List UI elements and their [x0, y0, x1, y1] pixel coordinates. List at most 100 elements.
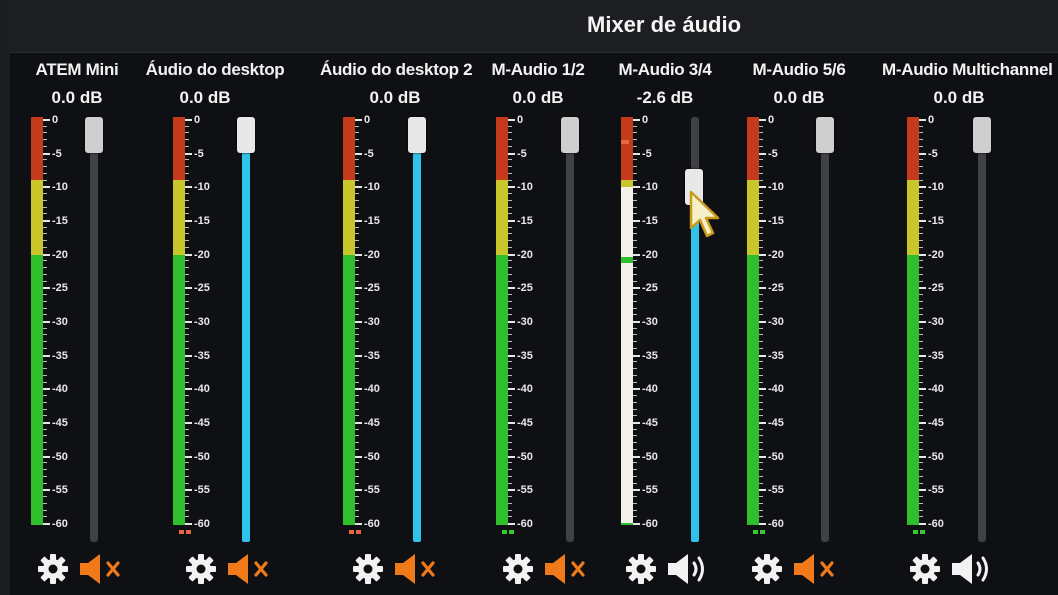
scale-minor-tick	[185, 449, 189, 450]
volume-slider[interactable]	[85, 117, 103, 542]
gear-icon[interactable]	[184, 552, 218, 591]
scale-minor-tick	[759, 469, 763, 470]
scale-minor-tick	[633, 281, 637, 282]
volume-slider-handle[interactable]	[973, 117, 991, 153]
scale-minor-tick	[633, 469, 637, 470]
scale-minor-tick	[355, 146, 359, 147]
scale-minor-tick	[919, 483, 923, 484]
gear-icon[interactable]	[750, 552, 784, 591]
volume-slider[interactable]	[237, 117, 255, 542]
speaker-muted-icon[interactable]	[393, 552, 445, 591]
scale-minor-tick	[919, 462, 923, 463]
scale-minor-tick	[919, 166, 923, 167]
scale-minor-tick	[633, 240, 637, 241]
scale-minor-tick	[919, 510, 923, 511]
volume-slider-handle[interactable]	[85, 117, 103, 153]
scale-minor-tick	[185, 462, 189, 463]
scale-label: -30	[768, 316, 784, 328]
speaker-muted-icon[interactable]	[78, 552, 130, 591]
scale-minor-tick	[508, 361, 512, 362]
volume-slider-handle[interactable]	[561, 117, 579, 153]
scale-minor-tick	[185, 308, 189, 309]
scale-minor-tick	[633, 442, 637, 443]
scale-minor-tick	[633, 415, 637, 416]
scale-minor-tick	[633, 308, 637, 309]
speaker-volume-icon[interactable]	[950, 552, 1002, 591]
scale-minor-tick	[508, 308, 512, 309]
scale-label: -15	[642, 215, 658, 227]
volume-slider-handle[interactable]	[408, 117, 426, 153]
volume-slider-handle[interactable]	[237, 117, 255, 153]
scale-minor-tick	[508, 281, 512, 282]
scale-label: -25	[194, 282, 210, 294]
speaker-volume-icon[interactable]	[666, 552, 718, 591]
channel-name: M-Audio Multichannel	[882, 60, 1053, 79]
scale-minor-tick	[43, 415, 47, 416]
scale-minor-tick	[43, 314, 47, 315]
scale-minor-tick	[185, 375, 189, 376]
scale-label: -60	[642, 518, 658, 530]
scale-label: -25	[768, 282, 784, 294]
gear-icon[interactable]	[36, 552, 70, 591]
gear-icon[interactable]	[624, 552, 658, 591]
scale-minor-tick	[759, 429, 763, 430]
gear-icon[interactable]	[501, 552, 535, 591]
scale-minor-tick	[919, 442, 923, 443]
volume-slider-handle[interactable]	[816, 117, 834, 153]
channel-audio-desktop: Áudio do desktop 0.0 dB 0 -5 -10 -15 -20 -25 -…	[146, 52, 300, 595]
scale-minor-tick	[633, 173, 637, 174]
scale-minor-tick	[508, 476, 512, 477]
volume-slider[interactable]	[408, 117, 426, 542]
speaker-muted-icon[interactable]	[226, 552, 278, 591]
scale-minor-tick	[633, 368, 637, 369]
scale-minor-tick	[185, 180, 189, 181]
scale-minor-tick	[355, 375, 359, 376]
scale-label: -40	[194, 383, 210, 395]
speaker-muted-icon[interactable]	[792, 552, 844, 591]
scale-label: -50	[517, 451, 533, 463]
scale-minor-tick	[633, 159, 637, 160]
scale-major-tick	[185, 254, 192, 256]
scale-major-tick	[355, 186, 362, 188]
scale-minor-tick	[919, 207, 923, 208]
scale-label: -55	[364, 484, 380, 496]
scale-minor-tick	[355, 166, 359, 167]
scale-major-tick	[633, 153, 640, 155]
level-meter	[496, 117, 508, 525]
scale-minor-tick	[355, 314, 359, 315]
volume-slider[interactable]	[561, 117, 579, 542]
scale-minor-tick	[759, 213, 763, 214]
scale-minor-tick	[633, 429, 637, 430]
scale-minor-tick	[355, 368, 359, 369]
speaker-muted-icon[interactable]	[543, 552, 595, 591]
scale-minor-tick	[355, 294, 359, 295]
scale-minor-tick	[508, 166, 512, 167]
scale-minor-tick	[43, 260, 47, 261]
volume-slider[interactable]	[816, 117, 834, 542]
scale-label: -55	[517, 484, 533, 496]
scale-minor-tick	[508, 510, 512, 511]
mouse-pointer-icon	[689, 190, 723, 245]
scale-minor-tick	[759, 368, 763, 369]
scale-major-tick	[919, 422, 926, 424]
scale-minor-tick	[43, 281, 47, 282]
scale-minor-tick	[43, 449, 47, 450]
scale-major-tick	[759, 287, 766, 289]
scale-label: -5	[642, 148, 652, 160]
gear-icon[interactable]	[908, 552, 942, 591]
scale-minor-tick	[185, 146, 189, 147]
volume-slider[interactable]	[973, 117, 991, 542]
channel-volume-readout: 0.0 dB	[773, 88, 825, 107]
gear-icon[interactable]	[351, 552, 385, 591]
scale-minor-tick	[759, 334, 763, 335]
scale-label: -45	[768, 417, 784, 429]
scale-minor-tick	[355, 395, 359, 396]
scale-minor-tick	[355, 139, 359, 140]
scale-major-tick	[508, 119, 515, 121]
volume-slider[interactable]	[685, 117, 703, 542]
scale-minor-tick	[759, 442, 763, 443]
scale-minor-tick	[633, 402, 637, 403]
scale-label: -20	[364, 249, 380, 261]
scale-major-tick	[633, 186, 640, 188]
scale-minor-tick	[355, 328, 359, 329]
